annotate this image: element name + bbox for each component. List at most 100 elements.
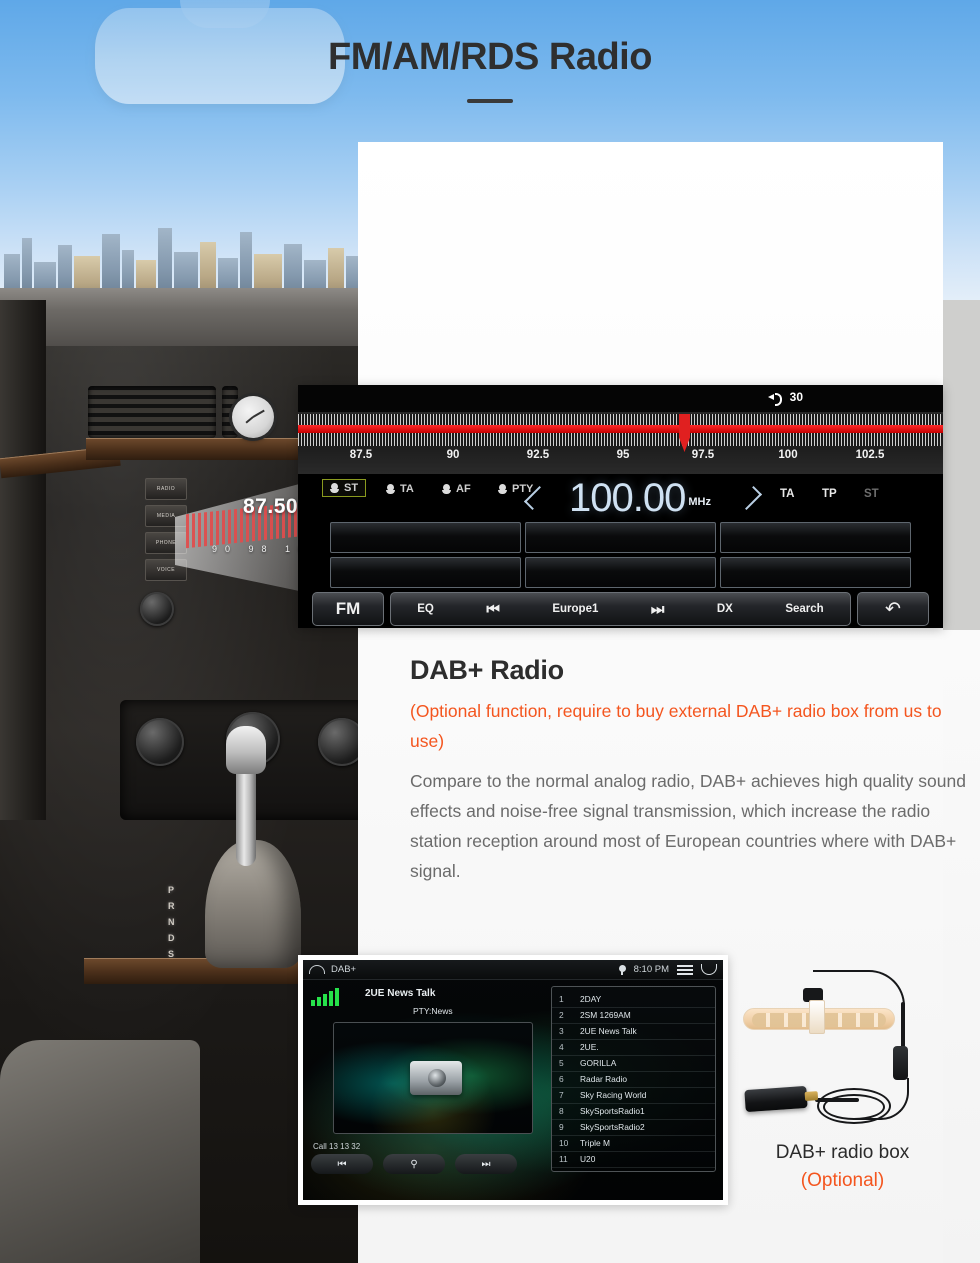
side-button-radio[interactable]: RADIO xyxy=(145,478,187,500)
station-list-item[interactable]: 1 2DAY xyxy=(552,992,715,1008)
tuner-ticks-top xyxy=(298,414,943,425)
volume-value: 30 xyxy=(789,390,803,404)
back-arrow-icon[interactable] xyxy=(701,964,717,975)
frequency-display: 100.00 MHz xyxy=(520,474,760,522)
preset-button[interactable] xyxy=(330,557,521,588)
station-name: 2UE. xyxy=(580,1042,599,1052)
rds-indicator-icon xyxy=(498,483,507,495)
preset-button[interactable] xyxy=(525,522,716,553)
station-index: 3 xyxy=(559,1026,564,1036)
tuner-needle[interactable] xyxy=(679,414,690,452)
station-name: SkySportsRadio1 xyxy=(580,1106,645,1116)
dab-call-text: Call 13 13 32 xyxy=(313,1142,361,1151)
tag-tp: TP xyxy=(822,488,837,500)
search-icon[interactable]: ⚲ xyxy=(383,1154,445,1174)
volume-indicator[interactable]: 30 xyxy=(767,390,803,406)
station-name: 2DAY xyxy=(580,994,602,1004)
station-list-item[interactable]: 2 2SM 1269AM xyxy=(552,1008,715,1024)
fm-ui-status-bar: 30 xyxy=(298,385,943,412)
rds-flag-st[interactable]: ST xyxy=(322,479,367,497)
station-list-item[interactable]: 5 GORILLA xyxy=(552,1056,715,1072)
skip-previous-icon[interactable]: ⏮ xyxy=(486,601,500,618)
tuner-scale-label: 92.5 xyxy=(526,449,550,461)
station-index: 1 xyxy=(559,994,564,1004)
gear-lever-knob[interactable] xyxy=(226,726,266,774)
dab-title: DAB+ xyxy=(331,964,357,975)
dab-status-bar: DAB+ 8:10 PM xyxy=(303,960,723,980)
station-list-item[interactable]: 10 Triple M xyxy=(552,1136,715,1152)
preset-button[interactable] xyxy=(720,522,911,553)
station-name: U20 xyxy=(580,1154,596,1164)
rds-flag-label: AF xyxy=(456,483,471,495)
preset-button-grid[interactable] xyxy=(298,522,943,588)
rds-flag-ta[interactable]: TA xyxy=(386,483,414,495)
dab-pty-label: PTY:News xyxy=(413,1006,453,1016)
page-header: FM/AM/RDS Radio xyxy=(0,0,980,120)
frequency-value: 100.00 xyxy=(569,476,686,520)
dab-transport-controls[interactable]: ⏮ ⚲ ⏭ xyxy=(311,1154,517,1174)
transport-controls[interactable]: EQ ⏮ Europe1 ⏭ DX Search xyxy=(390,592,851,626)
tuner-scale-label: 95 xyxy=(616,449,630,461)
station-list-item[interactable]: 8 SkySportsRadio1 xyxy=(552,1104,715,1120)
dab-radio-ui-screenshot[interactable]: DAB+ 8:10 PM 2UE News Talk PTY:News Call… xyxy=(298,955,728,1205)
rds-flag-af[interactable]: AF xyxy=(442,483,471,495)
power-volume-knob[interactable] xyxy=(140,592,174,626)
fm-control-bar[interactable]: FM EQ ⏮ Europe1 ⏭ DX Search ↶ xyxy=(298,590,943,628)
back-arrow-icon[interactable]: ↶ xyxy=(857,592,929,626)
dab-box-caption: DAB+ radio box xyxy=(775,1142,910,1163)
rds-flag-label: ST xyxy=(344,482,359,494)
hamburger-menu-icon[interactable] xyxy=(677,964,693,975)
rds-flag-label: TA xyxy=(400,483,414,495)
station-index: 9 xyxy=(559,1122,564,1132)
station-list-item[interactable]: 9 SkySportsRadio2 xyxy=(552,1120,715,1136)
station-index: 10 xyxy=(559,1138,569,1148)
rds-indicator-icon xyxy=(386,483,395,495)
preset-name-label[interactable]: Europe1 xyxy=(552,603,598,615)
station-index: 2 xyxy=(559,1010,564,1020)
station-name: 2SM 1269AM xyxy=(580,1010,631,1020)
dab-box-optional: (Optional) xyxy=(800,1170,885,1191)
tuner-scale-label: 102.5 xyxy=(855,449,885,461)
station-list-item[interactable]: 7 Sky Racing World xyxy=(552,1088,715,1104)
tuner-ticks-bottom xyxy=(298,433,943,446)
tag-ta: TA xyxy=(780,488,795,500)
preset-button[interactable] xyxy=(720,557,911,588)
station-index: 11 xyxy=(559,1154,568,1164)
station-name: 2UE News Talk xyxy=(580,1026,637,1036)
station-list-item[interactable]: 12 ZOO SMOOTH ROCK xyxy=(552,1168,715,1171)
station-index: 7 xyxy=(559,1090,564,1100)
tuner-scale-label: 87.5 xyxy=(349,449,373,461)
eq-button[interactable]: EQ xyxy=(417,603,434,615)
skip-next-icon[interactable]: ⏭ xyxy=(651,601,665,618)
station-name: SkySportsRadio2 xyxy=(580,1122,645,1132)
rds-indicator-icon xyxy=(330,482,339,494)
dab-station-name: 2UE News Talk xyxy=(365,988,436,999)
dab-section-heading: DAB+ Radio xyxy=(410,655,564,685)
fm-radio-ui-screenshot[interactable]: 30 87.59092.59597.5100102.5105107.5 STTA… xyxy=(298,385,943,628)
hvac-knob-left[interactable] xyxy=(136,718,184,766)
city-skyline xyxy=(0,180,360,300)
air-vent-left xyxy=(88,386,216,438)
station-list-item[interactable]: 11 U20 xyxy=(552,1152,715,1168)
station-list-item[interactable]: 4 2UE. xyxy=(552,1040,715,1056)
station-list-item[interactable]: 6 Radar Radio xyxy=(552,1072,715,1088)
home-icon[interactable] xyxy=(309,965,325,974)
dab-screen: DAB+ 8:10 PM 2UE News Talk PTY:News Call… xyxy=(303,960,723,1200)
dx-button[interactable]: DX xyxy=(717,603,733,615)
skip-previous-icon[interactable]: ⏮ xyxy=(311,1154,373,1174)
station-list-item[interactable]: 3 2UE News Talk xyxy=(552,1024,715,1040)
head-unit-frequency: 87.50 xyxy=(243,495,299,518)
tuner-red-bar xyxy=(298,425,943,433)
gear-indicator: PRNDS xyxy=(168,885,175,959)
speaker-icon xyxy=(767,391,782,406)
preset-button[interactable] xyxy=(330,522,521,553)
dab-station-list[interactable]: 1 2DAY 2 2SM 1269AM 3 2UE News Talk 4 2UE. 5 GORI… xyxy=(551,986,716,1172)
frequency-tuner-scale[interactable]: 87.59092.59597.5100102.5105107.5 xyxy=(298,412,943,474)
search-button[interactable]: Search xyxy=(785,603,823,615)
station-index: 6 xyxy=(559,1074,564,1084)
tuner-scale-label: 90 xyxy=(446,449,460,461)
dashboard-top xyxy=(0,288,400,350)
band-button[interactable]: FM xyxy=(312,592,384,626)
preset-button[interactable] xyxy=(525,557,716,588)
skip-next-icon[interactable]: ⏭ xyxy=(455,1154,517,1174)
